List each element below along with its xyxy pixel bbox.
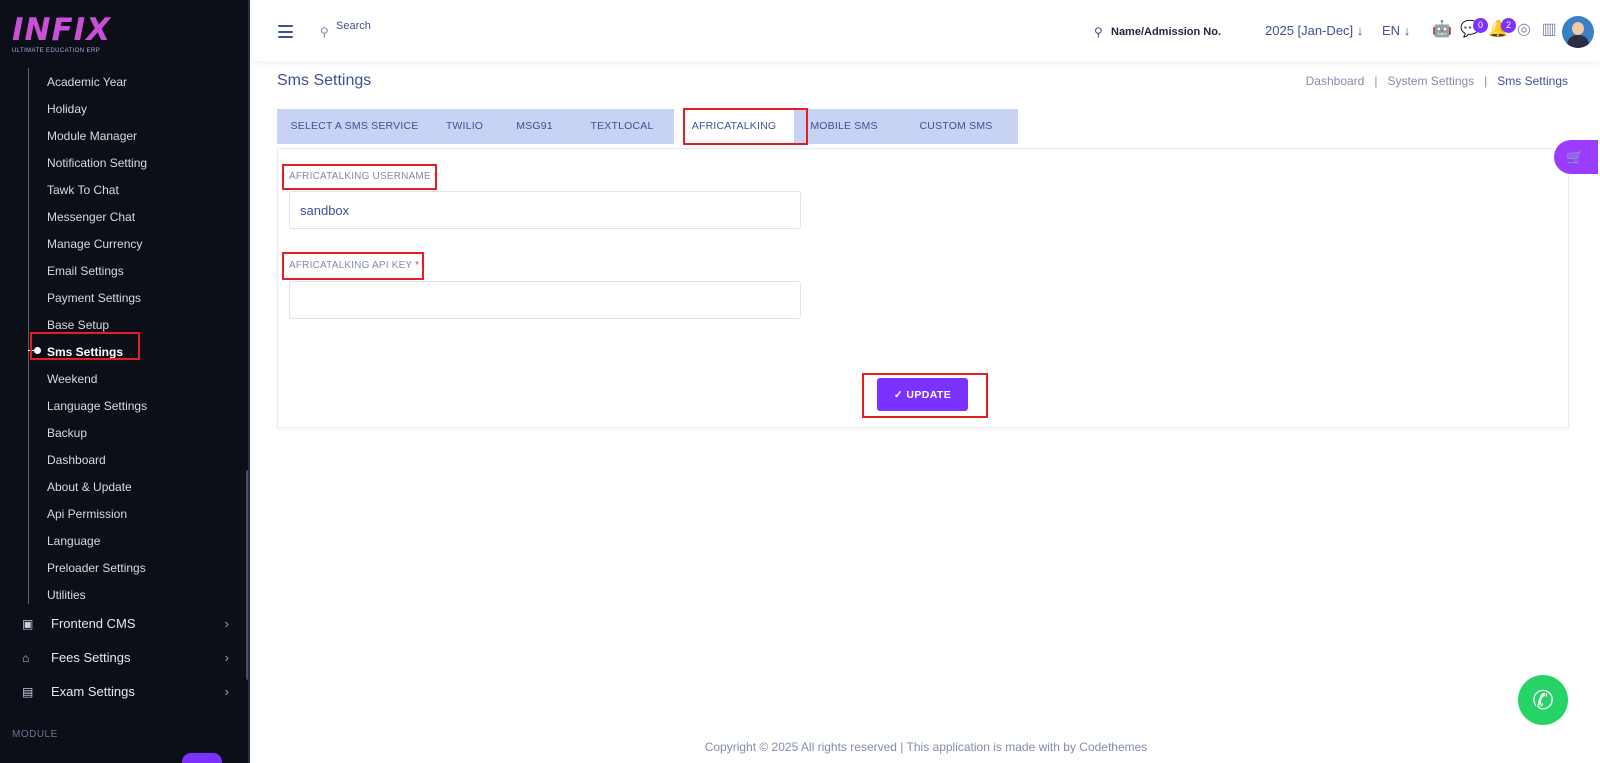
breadcrumb-separator: | <box>1374 74 1378 88</box>
sidebar-tree-line <box>28 68 29 604</box>
footer-copyright: Copyright © 2025 All rights reserved | T… <box>704 740 1148 754</box>
tab-custom-sms[interactable]: CUSTOM SMS <box>894 109 1018 144</box>
globe-icon[interactable]: ◎ <box>1514 20 1534 40</box>
menu-toggle-icon[interactable] <box>278 25 293 38</box>
sidebar-scrollbar[interactable] <box>246 470 248 680</box>
apikey-label: AFRICATALKING API KEY * <box>289 260 419 271</box>
sidebar-item-notification-setting[interactable]: Notification Setting <box>47 154 147 172</box>
chevron-right-icon: › <box>224 616 229 631</box>
chat-badge: 0 <box>1473 18 1488 33</box>
sidebar-item-preloader-settings[interactable]: Preloader Settings <box>47 559 146 577</box>
sidebar-item-dashboard[interactable]: Dashboard <box>47 451 106 469</box>
year-selector[interactable]: 2025 [Jan-Dec] ↓ <box>1265 23 1363 38</box>
whatsapp-icon[interactable]: ✆ <box>1518 675 1568 725</box>
sidebar-item-holiday[interactable]: Holiday <box>47 100 87 118</box>
robot-icon[interactable]: 🤖 <box>1432 20 1452 40</box>
module-heading: MODULE <box>12 729 58 740</box>
sidebar: INFIX ULTIMATE EDUCATION ERP Academic Ye… <box>0 0 250 763</box>
check-icon: ✓ <box>893 388 904 401</box>
module-toggle[interactable] <box>182 753 222 763</box>
breadcrumb-separator: | <box>1484 74 1488 88</box>
search-icon: ⚲ <box>1094 25 1103 39</box>
sms-service-tabs: SELECT A SMS SERVICE TWILIO MSG91 TEXTLO… <box>277 109 1018 144</box>
sidebar-item-manage-currency[interactable]: Manage Currency <box>47 235 142 253</box>
logo-text: INFIX <box>12 12 112 48</box>
sidebar-item-academic-year[interactable]: Academic Year <box>47 73 127 91</box>
chevron-right-icon: › <box>224 684 229 699</box>
sidebar-item-messenger-chat[interactable]: Messenger Chat <box>47 208 135 226</box>
sidebar-item-payment-settings[interactable]: Payment Settings <box>47 289 141 307</box>
avatar[interactable] <box>1562 16 1594 48</box>
tab-msg91[interactable]: MSG91 <box>497 109 572 144</box>
sidebar-item-about-update[interactable]: About & Update <box>47 478 132 496</box>
breadcrumb-current: Sms Settings <box>1497 74 1568 88</box>
arrow-down-icon: ↓ <box>1356 23 1364 38</box>
bank-icon: ⌂ <box>22 651 30 665</box>
section-label: Fees Settings <box>51 650 131 665</box>
apikey-label-text: AFRICATALKING API KEY <box>289 260 413 271</box>
sidebar-section-fees-settings[interactable]: ⌂ Fees Settings › <box>20 647 235 669</box>
chart-icon[interactable]: ▥ <box>1539 20 1559 40</box>
africatalking-username-input[interactable] <box>289 191 801 229</box>
sidebar-item-email-settings[interactable]: Email Settings <box>47 262 124 280</box>
search-icon: ⚲ <box>320 25 329 39</box>
sidebar-item-language-settings[interactable]: Language Settings <box>47 397 147 415</box>
admission-search-input[interactable]: Name/Admission No. <box>1111 26 1221 38</box>
required-mark: * <box>433 171 438 182</box>
breadcrumb: Dashboard | System Settings | Sms Settings <box>1306 74 1568 88</box>
africatalking-apikey-input[interactable] <box>289 281 801 319</box>
book-icon: ▤ <box>22 685 34 699</box>
search-input[interactable]: Search <box>336 20 371 32</box>
logo-subtitle: ULTIMATE EDUCATION ERP <box>12 48 101 54</box>
chevron-right-icon: › <box>224 650 229 665</box>
sidebar-item-backup[interactable]: Backup <box>47 424 87 442</box>
avatar-body <box>1567 35 1589 48</box>
cart-icon[interactable]: 🛒 <box>1554 140 1598 174</box>
arrow-down-icon: ↓ <box>1403 23 1411 38</box>
section-label: Exam Settings <box>51 684 135 699</box>
sidebar-section-exam-settings[interactable]: ▤ Exam Settings › <box>20 681 235 703</box>
language-label: EN <box>1382 23 1401 38</box>
year-label: 2025 [Jan-Dec] <box>1265 23 1354 38</box>
sidebar-item-weekend[interactable]: Weekend <box>47 370 97 388</box>
update-label: UPDATE <box>906 388 952 401</box>
sidebar-item-module-manager[interactable]: Module Manager <box>47 127 137 145</box>
update-button[interactable]: ✓ UPDATE <box>877 378 968 411</box>
tab-mobile-sms[interactable]: MOBILE SMS <box>794 109 894 144</box>
tab-textlocal[interactable]: TEXTLOCAL <box>572 109 672 144</box>
monitor-icon: ▣ <box>22 617 34 631</box>
username-label-text: AFRICATALKING USERNAME <box>289 171 431 182</box>
sidebar-item-utilities[interactable]: Utilities <box>47 586 86 604</box>
sidebar-item-base-setup[interactable]: Base Setup <box>47 316 109 334</box>
topbar: ⚲ Search ⚲ Name/Admission No. 2025 [Jan-… <box>252 0 1600 61</box>
breadcrumb-dashboard[interactable]: Dashboard <box>1306 74 1365 88</box>
tab-africatalking[interactable]: AFRICATALKING <box>674 109 794 144</box>
tab-twilio[interactable]: TWILIO <box>432 109 497 144</box>
section-label: Frontend CMS <box>51 616 136 631</box>
brand-logo[interactable]: INFIX ULTIMATE EDUCATION ERP <box>12 14 111 54</box>
sidebar-item-api-permission[interactable]: Api Permission <box>47 505 127 523</box>
sidebar-item-language[interactable]: Language <box>47 532 100 550</box>
sidebar-item-sms-settings[interactable]: Sms Settings <box>47 343 123 361</box>
language-selector[interactable]: EN ↓ <box>1382 23 1410 38</box>
tab-select-service[interactable]: SELECT A SMS SERVICE <box>277 109 432 144</box>
breadcrumb-system-settings[interactable]: System Settings <box>1387 74 1474 88</box>
username-label: AFRICATALKING USERNAME * <box>289 171 438 182</box>
avatar-head <box>1572 22 1584 35</box>
required-mark: * <box>415 260 420 271</box>
page-title: Sms Settings <box>277 72 372 89</box>
sidebar-section-frontend-cms[interactable]: ▣ Frontend CMS › <box>20 613 235 635</box>
active-indicator-dot <box>34 347 41 354</box>
sidebar-item-tawk-to-chat[interactable]: Tawk To Chat <box>47 181 119 199</box>
